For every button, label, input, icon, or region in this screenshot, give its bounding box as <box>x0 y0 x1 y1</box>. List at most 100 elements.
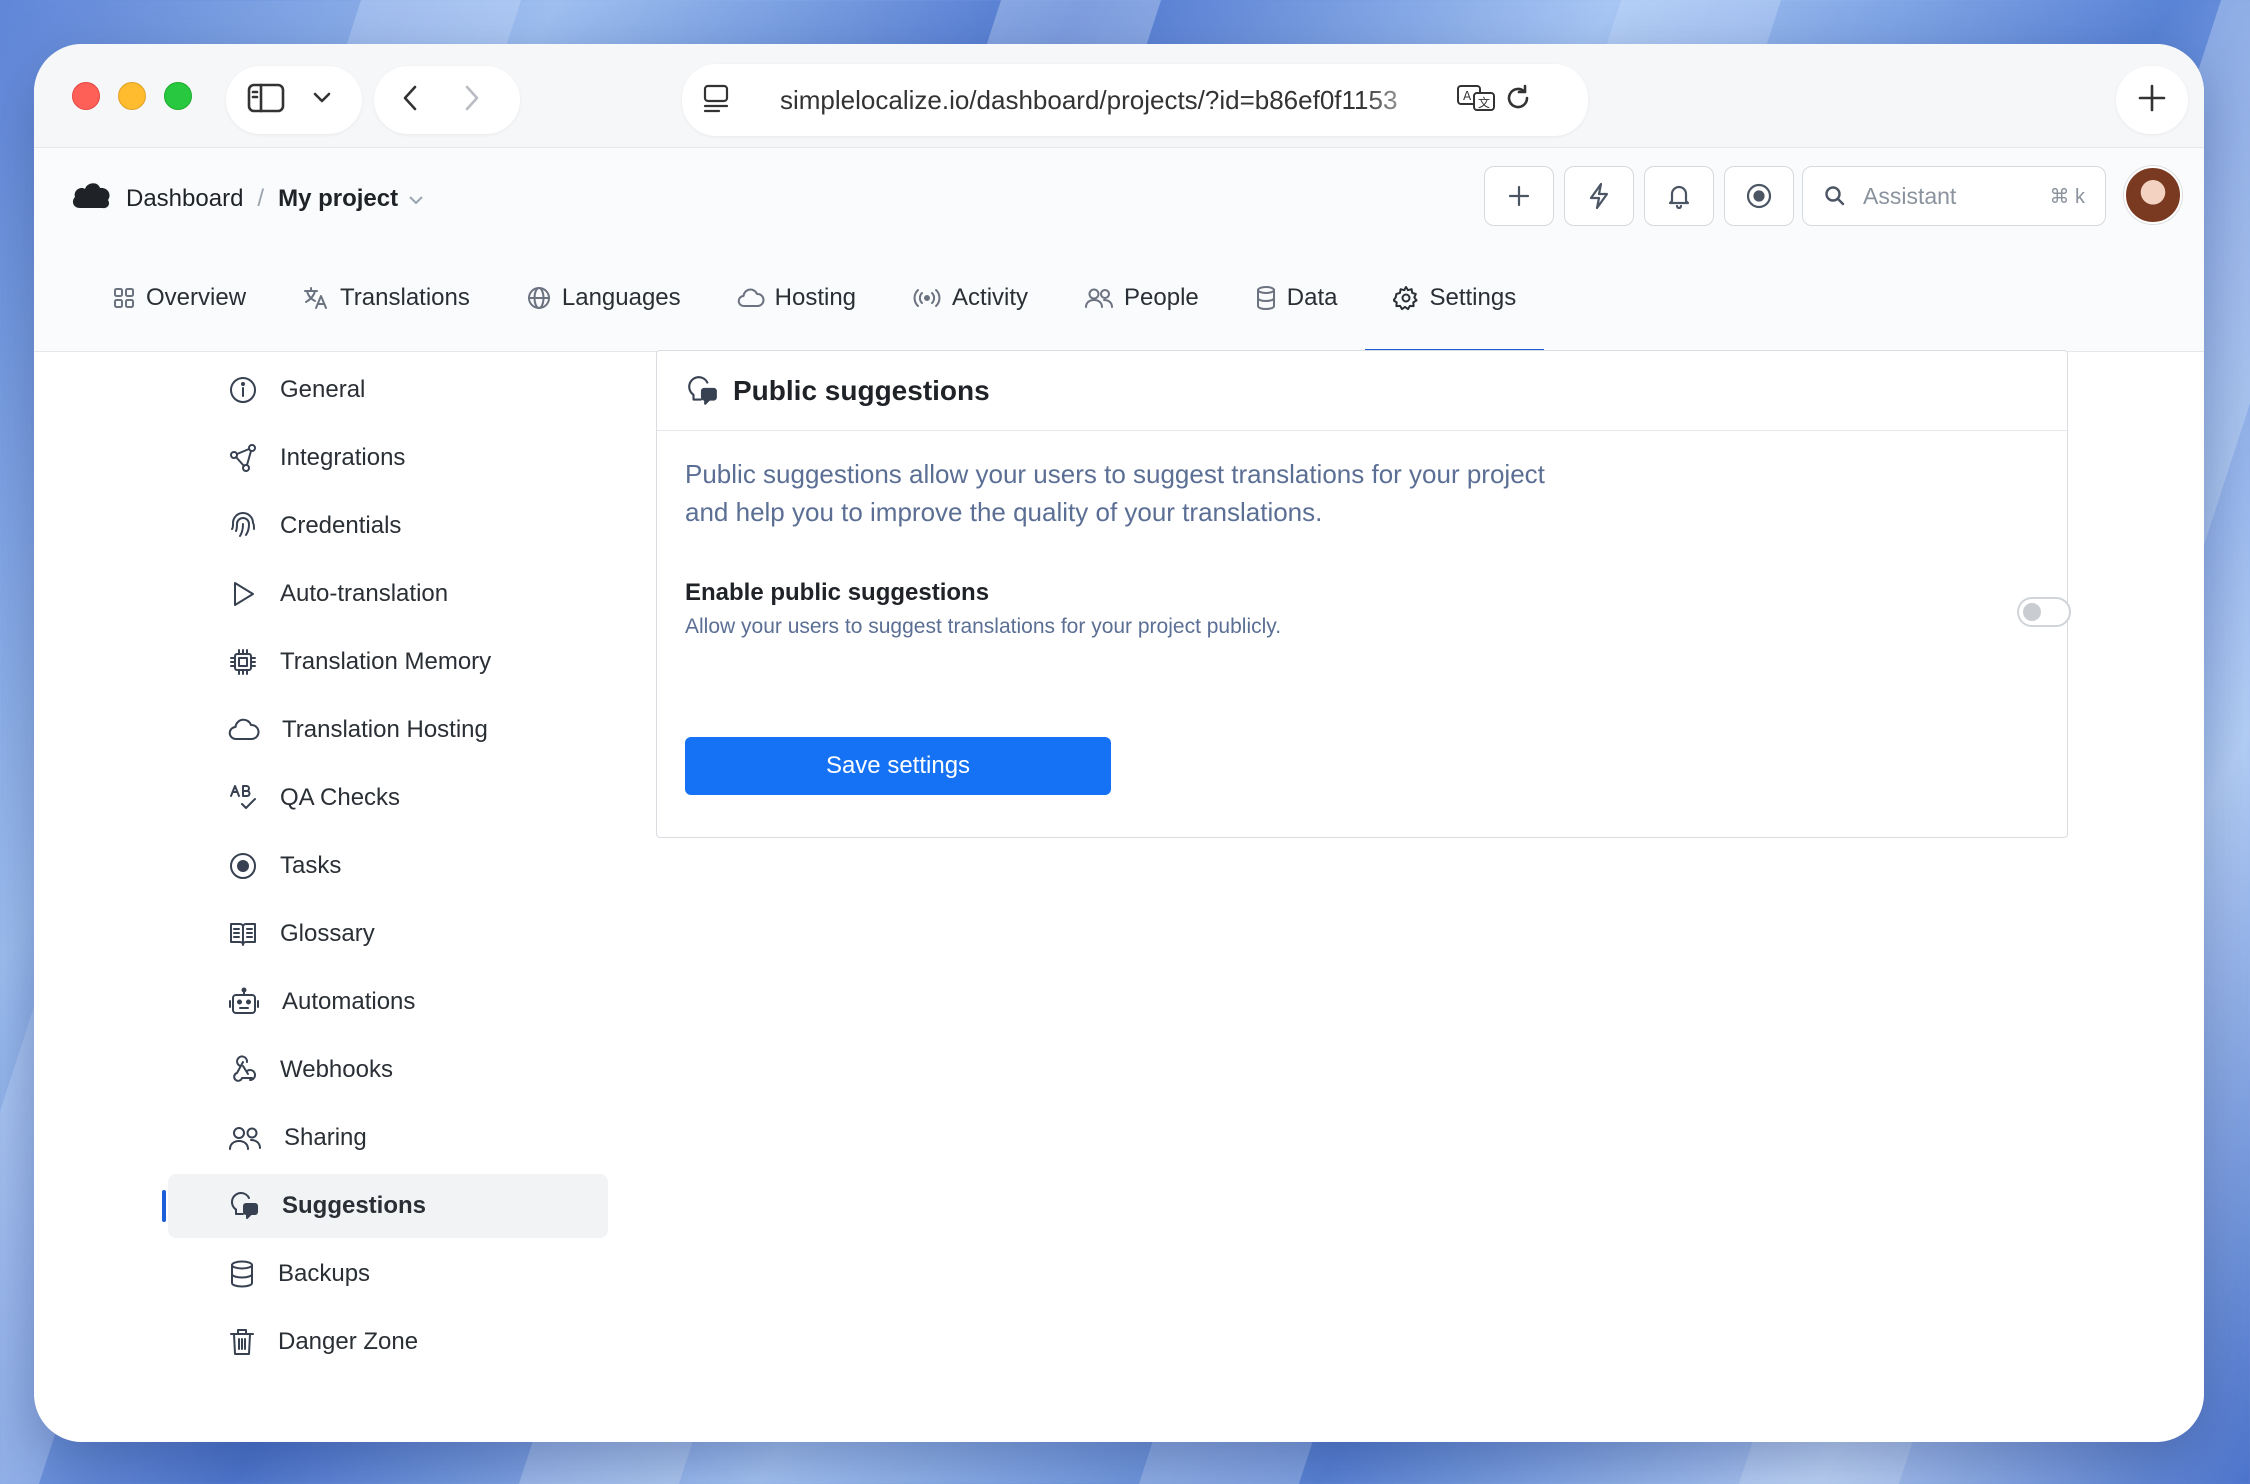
sidebar-item-label: Glossary <box>280 920 375 947</box>
users-icon <box>1085 288 1114 308</box>
sidebar-item-label: Webhooks <box>280 1056 393 1083</box>
sidebar-item-label: QA Checks <box>280 784 401 811</box>
suggestion-icon <box>688 375 717 405</box>
sidebar-item-label: Auto-translation <box>280 580 449 607</box>
trash-icon <box>230 1329 254 1355</box>
fingerprint-icon <box>231 512 255 537</box>
sidebar-item-label: Translation Hosting <box>282 716 488 743</box>
chip-icon <box>230 649 256 675</box>
svg-text:文: 文 <box>1478 95 1490 110</box>
option-title: Enable public suggestions <box>685 579 990 606</box>
sidebar-item-auto-translation[interactable]: Auto-translation <box>168 562 608 626</box>
history-nav-group <box>374 66 520 134</box>
sidebar-item-general[interactable]: General <box>168 358 608 422</box>
sidebar-item-qa-checks[interactable]: QA Checks <box>168 766 608 830</box>
assistant-shortcut: ⌘ k <box>2049 185 2085 208</box>
sidebar-item-translation-memory[interactable]: Translation Memory <box>168 630 608 694</box>
lightning-icon <box>1589 182 1609 210</box>
sidebar-item-webhooks[interactable]: Webhooks <box>168 1038 608 1102</box>
tab-people[interactable]: People <box>1056 244 1227 352</box>
back-button[interactable] <box>400 83 420 118</box>
toggle-knob <box>2023 603 2041 621</box>
share-nodes-icon <box>230 444 256 472</box>
tab-settings[interactable]: Settings <box>1365 244 1544 352</box>
tab-label: Activity <box>952 284 1029 311</box>
sidebar-item-backups[interactable]: Backups <box>168 1242 608 1306</box>
tab-hosting[interactable]: Hosting <box>709 244 884 352</box>
sidebar-item-label: Sharing <box>284 1124 367 1151</box>
sidebar-item-label: Tasks <box>280 852 342 879</box>
notifications-button[interactable] <box>1644 166 1714 226</box>
sidebar-item-label: Automations <box>282 988 416 1015</box>
translate-page-icon[interactable]: A文 <box>1456 83 1496 118</box>
minimize-window-button[interactable] <box>118 82 146 110</box>
tab-languages[interactable]: Languages <box>498 244 709 352</box>
sidebar-item-translation-hosting[interactable]: Translation Hosting <box>168 698 608 762</box>
sidebar-item-sharing[interactable]: Sharing <box>168 1106 608 1170</box>
address-bar[interactable]: simplelocalize.io/dashboard/projects/?id… <box>682 64 1588 136</box>
sidebar-item-integrations[interactable]: Integrations <box>168 426 608 490</box>
sidebar-item-label: General <box>280 376 366 403</box>
sidebar-item-suggestions[interactable]: Suggestions <box>168 1174 608 1238</box>
sidebar-item-danger-zone[interactable]: Danger Zone <box>168 1310 608 1374</box>
quick-actions-button[interactable] <box>1564 166 1634 226</box>
sidebar-item-tasks[interactable]: Tasks <box>168 834 608 898</box>
project-selector[interactable]: My project <box>278 185 424 213</box>
chevron-down-icon[interactable] <box>312 91 332 110</box>
logo-icon[interactable] <box>70 178 112 219</box>
chevron-down-icon <box>408 185 424 213</box>
tab-activity[interactable]: Activity <box>884 244 1056 352</box>
tab-label: People <box>1124 284 1199 311</box>
tab-overview[interactable]: Overview <box>84 244 274 352</box>
public-suggestions-panel: Public suggestions Public suggestions al… <box>656 350 2071 838</box>
book-icon <box>230 923 256 946</box>
browser-window: simplelocalize.io/dashboard/projects/?id… <box>34 44 2204 1442</box>
spellcheck-icon <box>230 785 256 809</box>
tab-label: Translations <box>340 284 470 311</box>
globe-icon <box>527 287 550 309</box>
webhook-icon <box>233 1055 256 1082</box>
save-settings-button[interactable]: Save settings <box>685 737 1111 795</box>
breadcrumb-dashboard-link[interactable]: Dashboard <box>126 185 243 213</box>
panel-header: Public suggestions <box>657 351 2067 431</box>
svg-text:A: A <box>1463 89 1472 103</box>
suggestion-icon <box>230 1191 258 1219</box>
tab-label: Languages <box>561 284 681 311</box>
database-icon <box>1256 286 1275 310</box>
project-tabs: Overview Translations Languages Hosting … <box>84 244 1544 352</box>
add-button[interactable] <box>1484 166 1554 226</box>
sidebar-item-credentials[interactable]: Credentials <box>168 494 608 558</box>
maximize-window-button[interactable] <box>164 82 192 110</box>
search-icon <box>1825 186 1845 206</box>
reload-icon[interactable] <box>1504 83 1532 118</box>
close-window-button[interactable] <box>72 82 100 110</box>
sidebar-item-label: Suggestions <box>282 1192 427 1219</box>
sidebar-item-glossary[interactable]: Glossary <box>168 902 608 966</box>
sidebar-icon[interactable] <box>246 82 286 119</box>
assistant-search[interactable]: Assistant ⌘ k <box>1802 166 2106 226</box>
browser-toolbar: simplelocalize.io/dashboard/projects/?id… <box>34 44 2204 148</box>
grid-icon <box>114 288 134 308</box>
tab-label: Data <box>1286 284 1338 311</box>
enable-public-suggestions-toggle[interactable] <box>2017 597 2071 627</box>
forward-button[interactable] <box>462 83 482 118</box>
new-tab-button[interactable] <box>2116 66 2188 134</box>
plus-icon <box>2137 83 2167 118</box>
sidebar-item-automations[interactable]: Automations <box>168 970 608 1034</box>
robot-icon <box>229 987 259 1014</box>
app-header: Dashboard / My project Assistant ⌘ k Ove… <box>34 148 2204 352</box>
page-menu-icon[interactable] <box>702 83 730 118</box>
active-indicator <box>162 1190 166 1222</box>
broadcast-icon <box>913 289 941 307</box>
avatar[interactable] <box>2124 166 2182 224</box>
tab-translations[interactable]: Translations <box>274 244 498 352</box>
target-icon <box>230 853 256 879</box>
play-icon <box>234 582 254 606</box>
tab-data[interactable]: Data <box>1227 244 1366 352</box>
url-text[interactable]: simplelocalize.io/dashboard/projects/?id… <box>780 85 1440 116</box>
breadcrumb: Dashboard / My project <box>70 178 424 219</box>
tab-label: Hosting <box>774 284 857 311</box>
record-button[interactable] <box>1724 166 1794 226</box>
option-subtitle: Allow your users to suggest translations… <box>685 615 1282 638</box>
sidebar-item-label: Translation Memory <box>280 648 492 675</box>
